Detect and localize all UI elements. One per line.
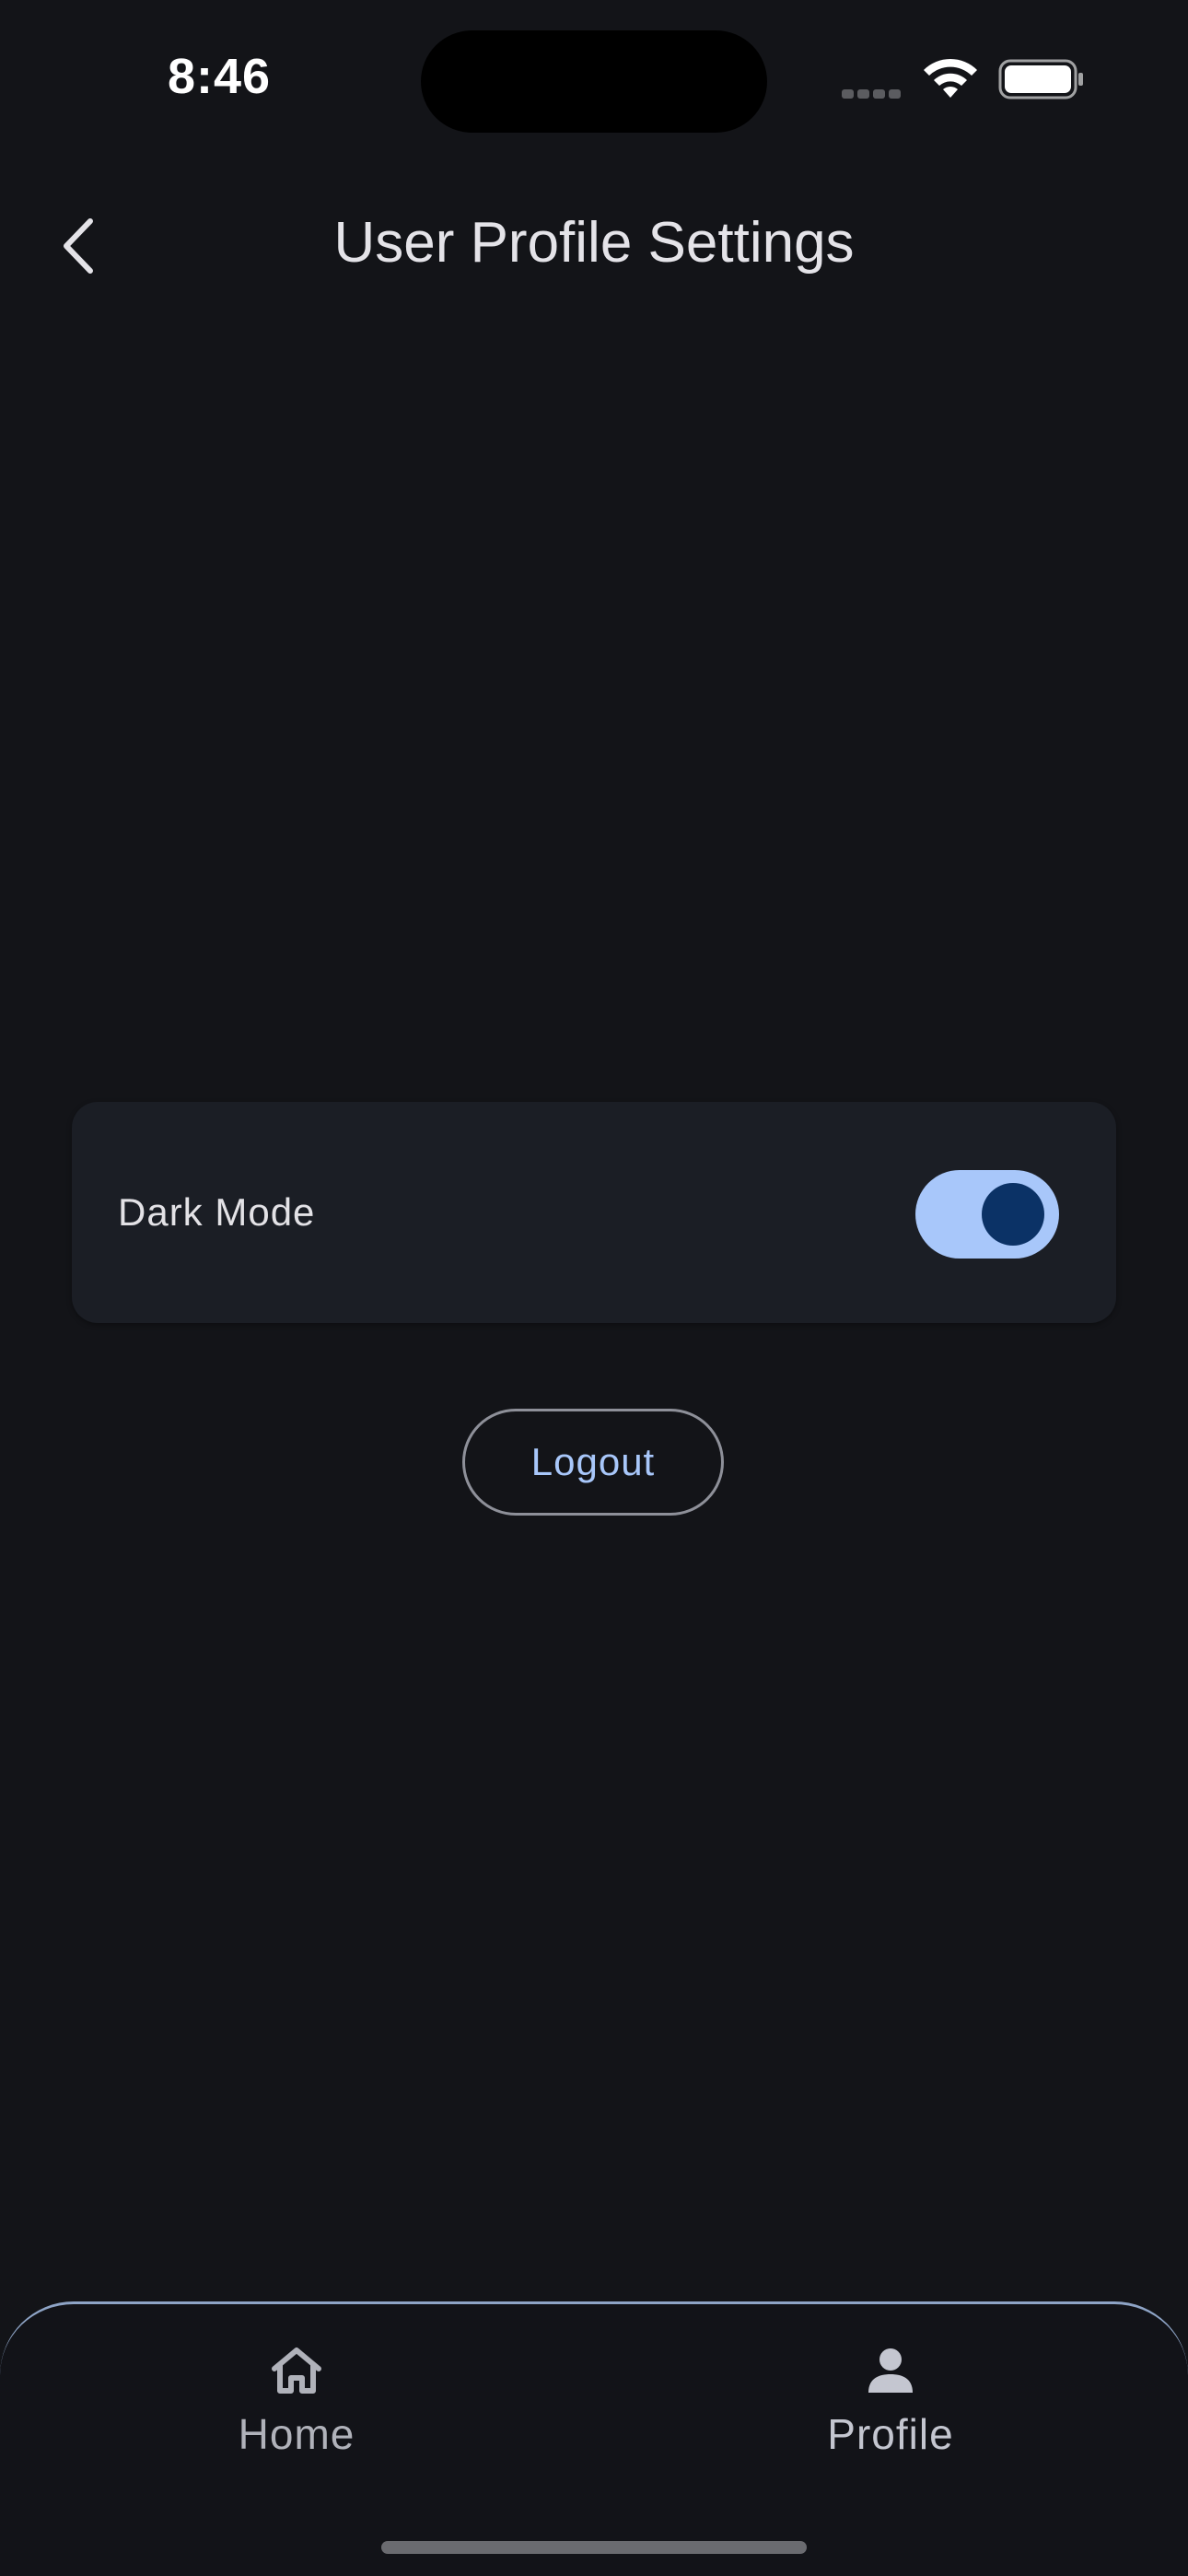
nav-label-home: Home <box>238 2410 355 2458</box>
wifi-icon <box>924 58 977 98</box>
logout-button[interactable]: Logout <box>462 1409 724 1516</box>
status-bar: 8:46 <box>0 0 1188 157</box>
nav-item-profile[interactable]: Profile <box>752 2341 1029 2479</box>
toggle-knob <box>982 1183 1044 1246</box>
home-indicator <box>381 2541 807 2554</box>
dark-mode-setting-card: Dark Mode <box>72 1102 1116 1323</box>
dark-mode-toggle[interactable] <box>915 1170 1059 1259</box>
home-icon <box>272 2348 321 2394</box>
bottom-navigation: Home Profile <box>0 2301 1188 2576</box>
cellular-signal-icon <box>842 87 906 99</box>
dynamic-island <box>421 30 767 133</box>
person-icon <box>868 2348 913 2393</box>
battery-icon <box>998 59 1083 100</box>
nav-label-profile: Profile <box>827 2410 954 2458</box>
page-title: User Profile Settings <box>333 211 855 275</box>
status-time: 8:46 <box>168 49 272 104</box>
nav-item-home[interactable]: Home <box>158 2341 435 2479</box>
app-bar: User Profile Settings <box>0 184 1188 304</box>
dark-mode-label: Dark Mode <box>118 1190 316 1234</box>
